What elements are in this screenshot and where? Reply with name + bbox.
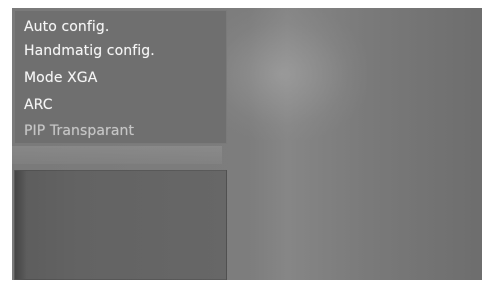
panel-divider bbox=[12, 146, 222, 164]
osd-lower-panel bbox=[14, 170, 227, 280]
menu-item-handmatig-config[interactable]: Handmatig config. bbox=[24, 43, 155, 59]
tv-screen: Auto config. Handmatig config. Mode XGA … bbox=[12, 8, 482, 280]
menu-item-auto-config[interactable]: Auto config. bbox=[24, 19, 109, 35]
menu-item-arc[interactable]: ARC bbox=[24, 97, 53, 113]
menu-item-mode-xga[interactable]: Mode XGA bbox=[24, 70, 97, 86]
osd-menu-panel: Auto config. Handmatig config. Mode XGA … bbox=[14, 10, 227, 144]
menu-item-pip-transparant: PIP Transparant bbox=[24, 123, 135, 139]
